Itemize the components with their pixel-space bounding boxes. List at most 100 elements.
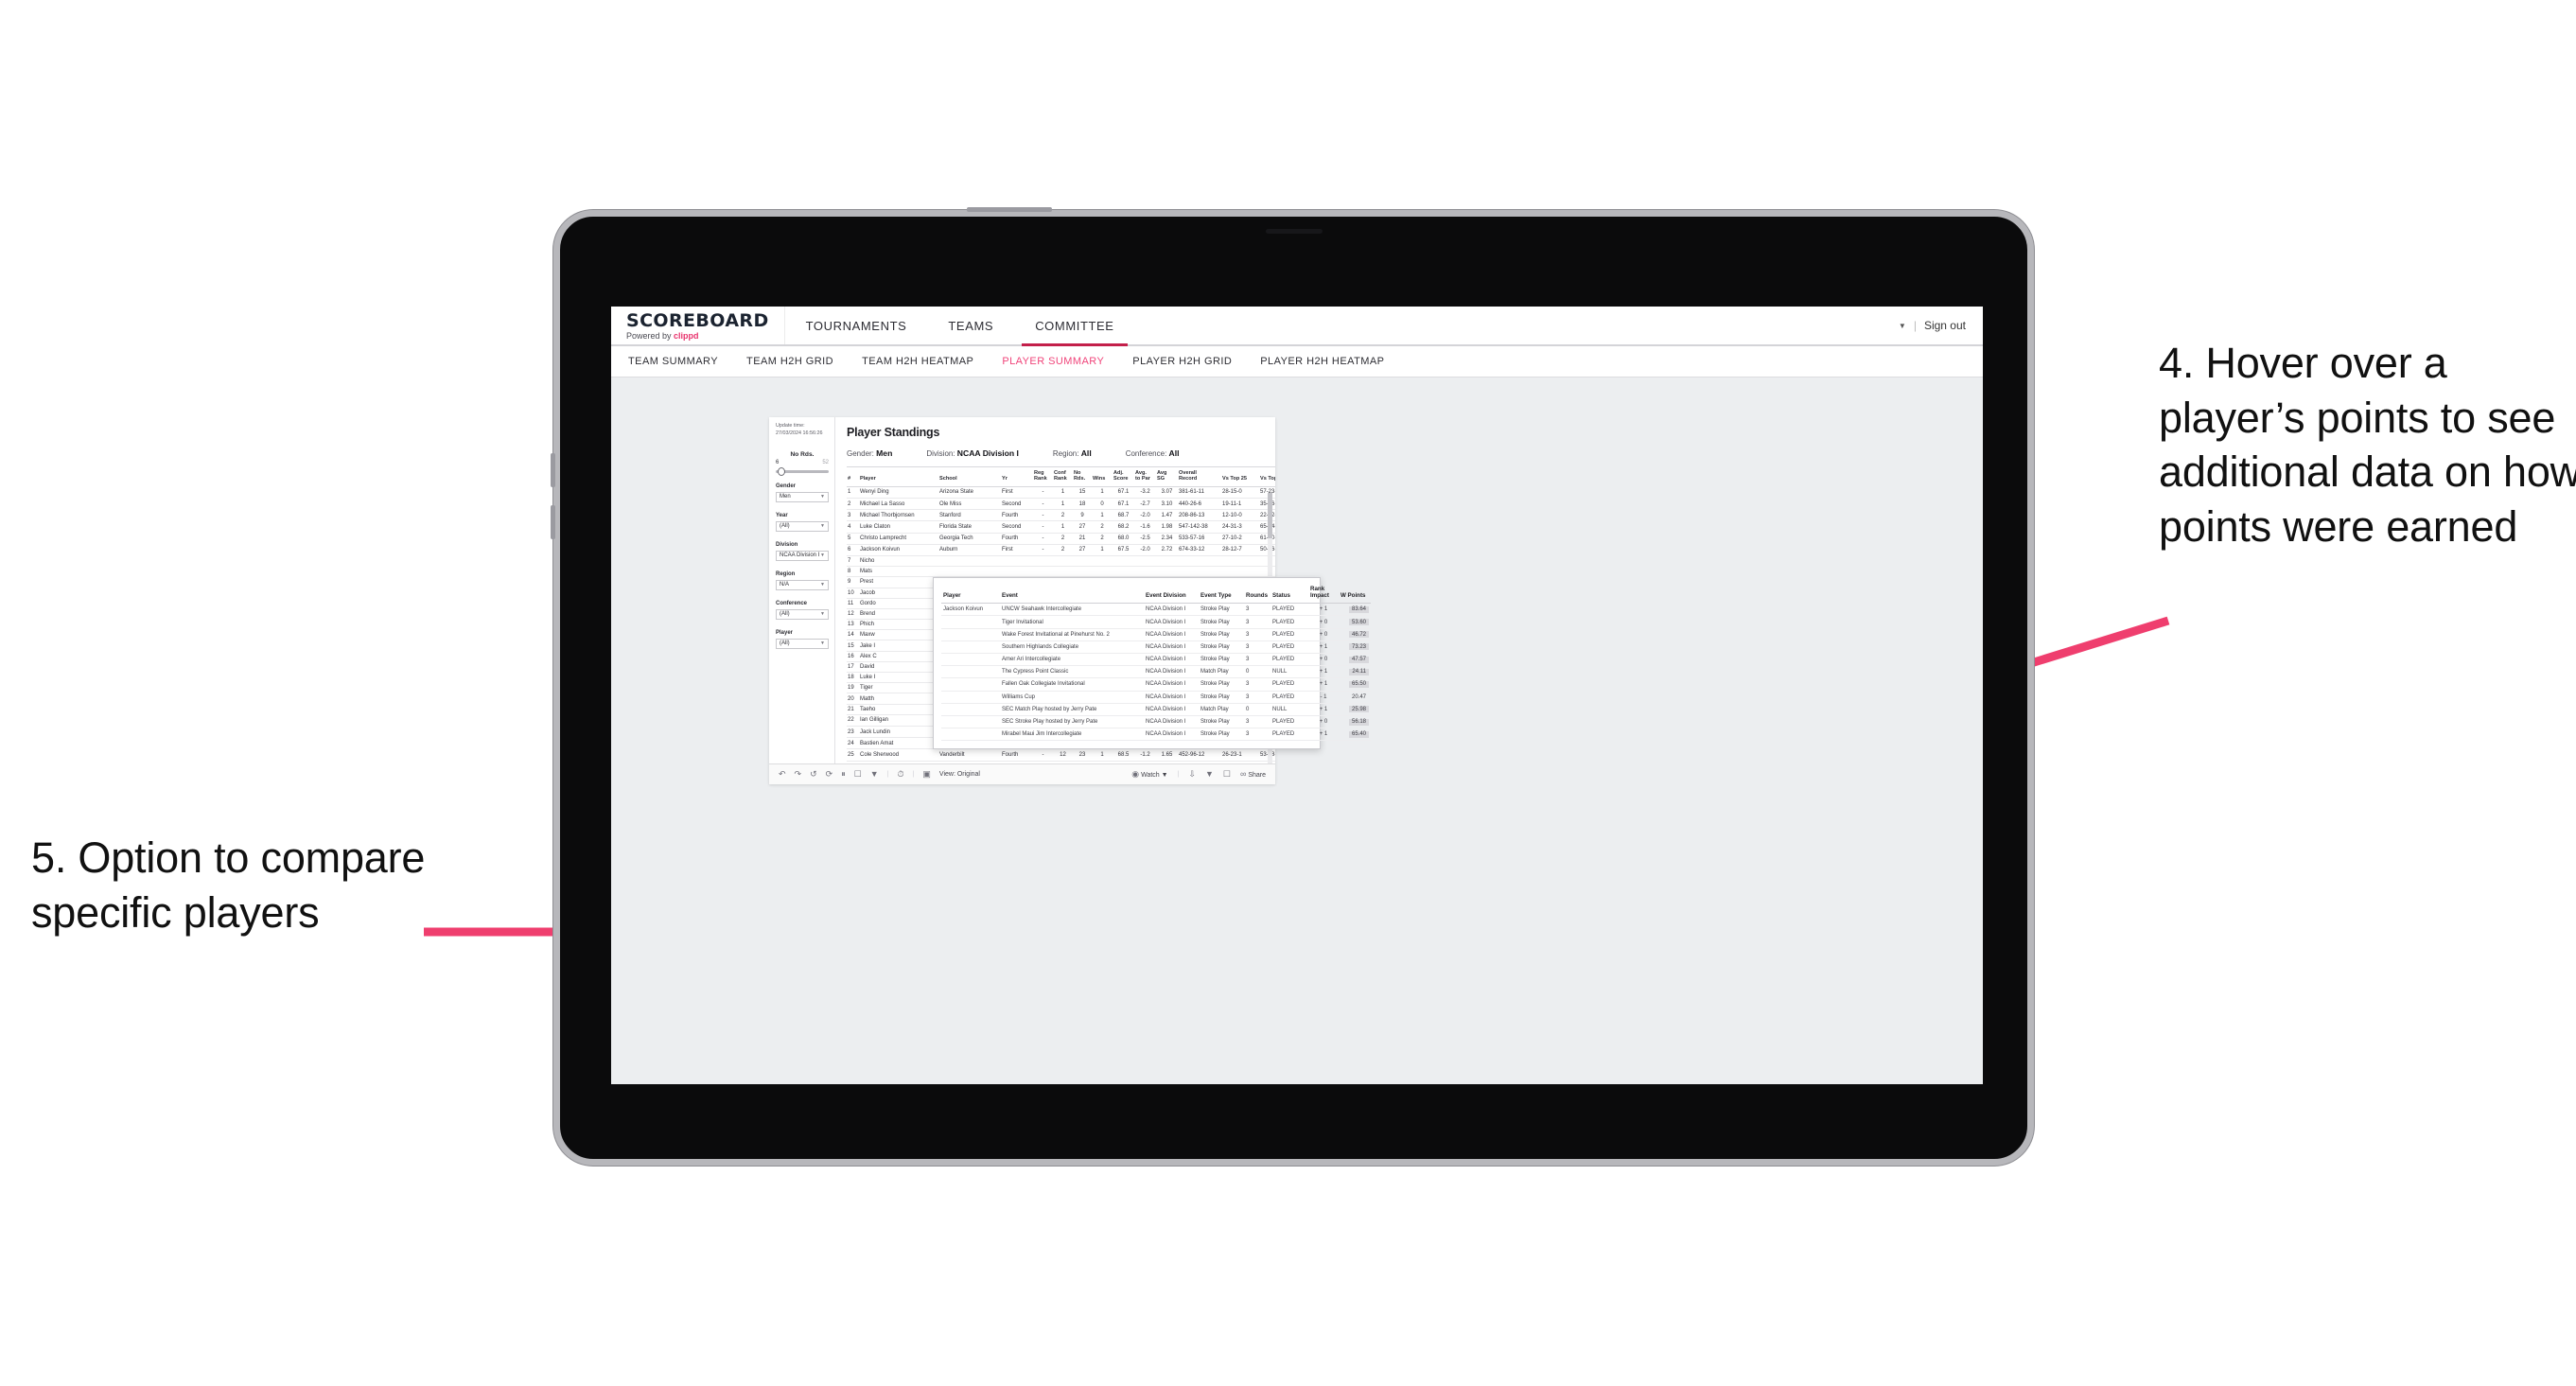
nav-teams[interactable]: TEAMS — [927, 307, 1014, 344]
table-row[interactable]: 5 Christo Lamprecht Georgia Tech Fourth -2 21… — [847, 533, 1275, 545]
cell: 68.6 — [1113, 761, 1134, 763]
filter-division-select[interactable]: NCAA Division I ▼ — [776, 550, 829, 561]
table-row[interactable]: 7 Nicho — [847, 555, 1275, 568]
toolbar-separator-3: | — [1177, 771, 1180, 778]
tab-team-h2h-heatmap[interactable]: TEAM H2H HEATMAP — [862, 356, 973, 367]
chevron-down-icon: ▼ — [820, 553, 825, 559]
table-row[interactable]: 2 Michael La Sasso Ole Miss Second -1 18 0 67.1… — [847, 498, 1275, 511]
standings-col-t50[interactable]: Vs Top 50 — [1259, 466, 1275, 487]
standings-col-rds[interactable]: No Rds. — [1073, 466, 1092, 487]
nav-tournaments[interactable]: TOURNAMENTS — [785, 307, 928, 344]
filter-gender-select[interactable]: Men ▼ — [776, 491, 829, 502]
table-row[interactable]: 1 Wenyi Ding Arizona State First -1 15 1 67.1 -3… — [847, 486, 1275, 500]
cell: 7 — [1053, 761, 1073, 763]
cell: 21 — [1073, 533, 1092, 545]
tooltip-row: Amer Ari Intercollegiate NCAA Division IS… — [941, 653, 1371, 667]
summary-gender: Gender: Men — [847, 448, 892, 458]
tab-player-h2h-grid[interactable]: PLAYER H2H GRID — [1132, 356, 1232, 367]
cell: 2 — [1053, 544, 1073, 556]
tooltip-cell: Amer Ari Intercollegiate — [1000, 653, 1144, 667]
chevron-down-icon: ▼ — [820, 611, 825, 618]
standings-col-par[interactable]: Avg. to Par — [1134, 466, 1156, 487]
fullscreen-icon[interactable]: ☐ — [1223, 770, 1231, 779]
share-button[interactable]: ∞ Share — [1240, 770, 1266, 780]
power-button[interactable] — [967, 207, 1052, 212]
table-row[interactable]: 26Petr HrubyWashingtonFifth-723068.6-1.8… — [847, 761, 1275, 763]
cell: Brend — [859, 608, 938, 621]
filter-player-select[interactable]: (All) ▼ — [776, 638, 829, 649]
tab-player-summary[interactable]: PLAYER SUMMARY — [1002, 356, 1104, 367]
chevron-down-icon[interactable]: ▼ — [870, 770, 879, 779]
standings-col-school[interactable]: School — [938, 466, 1001, 487]
filter-year-select[interactable]: (All) ▼ — [776, 520, 829, 532]
no-rounds-slider-handle[interactable] — [778, 466, 785, 476]
standings-col-num[interactable]: # — [847, 466, 859, 487]
watch-button[interactable]: ◉ Watch ▼ — [1131, 770, 1167, 780]
pause-icon[interactable]: ⏸ — [841, 770, 846, 779]
cell — [1033, 555, 1053, 568]
cell: 440-26-6 — [1178, 498, 1221, 511]
scrollbar-thumb[interactable] — [1268, 493, 1272, 538]
standings-col-confrank[interactable]: Conf Rank — [1053, 466, 1073, 487]
tooltip-cell-points: 25.98 — [1339, 703, 1371, 716]
cell: - — [1033, 486, 1053, 500]
cell — [1033, 566, 1053, 578]
app-logo[interactable]: SCOREBOARD Powered by clippd — [611, 307, 785, 344]
cell: 11 — [847, 598, 859, 609]
history-icon[interactable]: ⏱ — [898, 770, 904, 779]
filter-region-value: N/A — [780, 582, 790, 588]
tooltip-col-3: Event Type — [1199, 584, 1244, 605]
no-rounds-slider[interactable] — [776, 466, 829, 476]
filter-conference-select[interactable]: (All) ▼ — [776, 608, 829, 620]
nav-committee[interactable]: COMMITTEE — [1014, 307, 1134, 346]
undo-icon[interactable]: ↶ — [779, 770, 786, 779]
standings-col-sg[interactable]: Avg SG — [1156, 466, 1178, 487]
volume-down-button[interactable] — [551, 505, 555, 539]
standings-col-t25[interactable]: Vs Top 25 — [1221, 466, 1259, 487]
cell: 23 — [1073, 761, 1092, 763]
standings-col-player[interactable]: Player — [859, 466, 938, 487]
standings-col-wins[interactable]: Wins — [1092, 466, 1113, 487]
tab-team-h2h-grid[interactable]: TEAM H2H GRID — [746, 356, 833, 367]
cell: Tiger — [859, 682, 938, 694]
table-row[interactable]: 25 Cole Sherwood Vanderbilt Fourth -12 23 1 68.… — [847, 748, 1275, 762]
standings-col-adj[interactable]: Adj. Score — [1113, 466, 1134, 487]
redo-icon[interactable]: ↷ — [795, 770, 802, 779]
filter-region-select[interactable]: N/A ▼ — [776, 579, 829, 590]
cell: 23 — [847, 726, 859, 739]
standings-col-rec[interactable]: Overall Record — [1178, 466, 1221, 487]
cell: 28-12-7 — [1221, 544, 1259, 556]
cell: Bastien Amat — [859, 737, 938, 750]
cell: Florida State — [938, 520, 1001, 534]
revert-icon[interactable]: ↺ — [810, 770, 817, 779]
cell — [1092, 566, 1113, 578]
standings-col-yr[interactable]: Yr — [1001, 466, 1033, 487]
tooltip-cell: NULL — [1270, 665, 1308, 679]
tooltip-cell-points: 47.57 — [1339, 653, 1371, 667]
table-row[interactable]: 8 Mats — [847, 566, 1275, 578]
cell — [1178, 555, 1221, 568]
tooltip-cell: Stroke Play — [1199, 691, 1244, 704]
table-row[interactable]: 6 Jackson Koivun Auburn First -2 27 1 67.5 -2.0 2… — [847, 544, 1275, 556]
download-icon[interactable]: ⇩ — [1188, 770, 1196, 779]
refresh-icon[interactable]: ⟳ — [826, 770, 833, 779]
view-icon[interactable]: ▣ — [922, 770, 931, 779]
chevron-down-icon[interactable]: ▼ — [1899, 322, 1906, 330]
cell — [1113, 555, 1134, 568]
tooltip-cell: NCAA Division I — [1144, 665, 1199, 679]
export-icon[interactable]: ☐ — [854, 770, 862, 779]
tab-player-h2h-heatmap[interactable]: PLAYER H2H HEATMAP — [1260, 356, 1384, 367]
volume-up-button[interactable] — [551, 453, 555, 487]
cell: Fourth — [1001, 533, 1033, 545]
tooltip-points-badge: 53.60 — [1348, 619, 1369, 626]
standings-col-regrank[interactable]: Reg Rank — [1033, 466, 1053, 487]
view-original-label[interactable]: View: Original — [939, 771, 980, 778]
sign-out-link[interactable]: Sign out — [1924, 319, 1966, 332]
cell: 1 — [1053, 520, 1073, 534]
cell — [1113, 566, 1134, 578]
chevron-down-icon[interactable]: ▼ — [1205, 770, 1214, 779]
viz-canvas: Update time: 27/03/2024 16:56:26 No Rds.… — [611, 377, 1983, 1084]
table-row[interactable]: 3 Michael Thorbjornsen Stanford Fourth -2 9 1 6… — [847, 509, 1275, 522]
tab-team-summary[interactable]: TEAM SUMMARY — [628, 356, 718, 367]
table-row[interactable]: 4 Luke Claton Florida State Second -1 27 2 68.2… — [847, 520, 1275, 534]
